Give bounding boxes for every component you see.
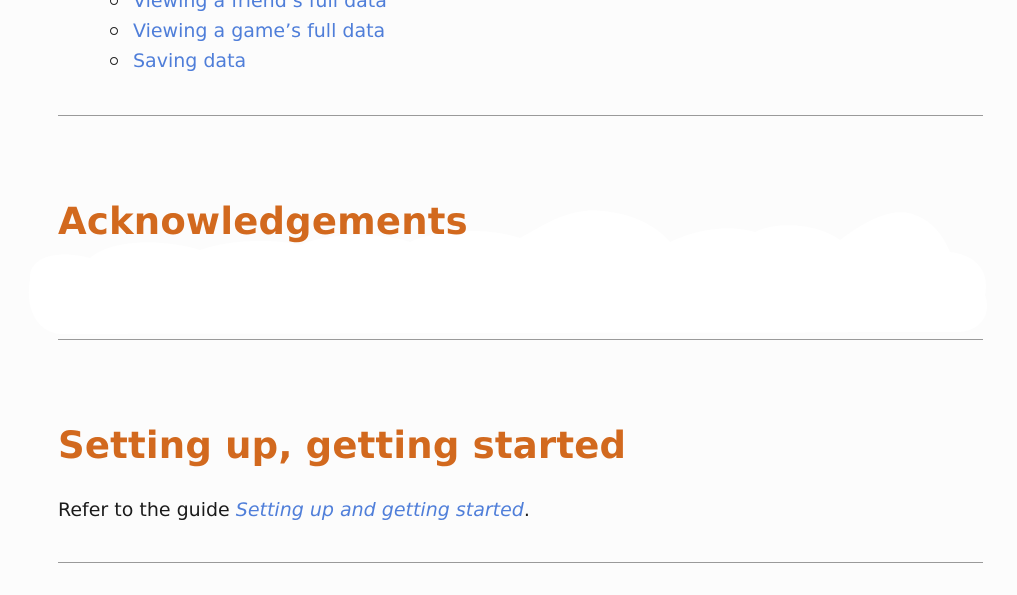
- circle-bullet-icon: [110, 0, 118, 5]
- setup-heading: Setting up, getting started: [58, 424, 627, 467]
- section-divider: [58, 339, 983, 340]
- section-divider: [58, 115, 983, 116]
- setup-paragraph: Refer to the guide Setting up and gettin…: [58, 496, 530, 524]
- section-divider: [58, 562, 983, 563]
- toc-link-viewing-friend-data[interactable]: Viewing a friend’s full data: [133, 0, 387, 12]
- setup-text-after: .: [523, 499, 530, 521]
- toc-item: Viewing a friend’s full data: [110, 0, 387, 16]
- acknowledgements-heading: Acknowledgements: [58, 200, 468, 243]
- toc-item: Viewing a game’s full data: [110, 16, 387, 46]
- circle-bullet-icon: [110, 57, 118, 65]
- toc-sublist: Viewing a friend’s full data Viewing a g…: [110, 0, 387, 76]
- setup-text-before: Refer to the guide: [58, 499, 236, 521]
- setup-guide-link[interactable]: Setting up and getting started: [236, 499, 524, 521]
- toc-item: Saving data: [110, 46, 387, 76]
- document-page: Viewing a friend’s full data Viewing a g…: [0, 0, 1017, 595]
- toc-link-viewing-game-data[interactable]: Viewing a game’s full data: [133, 20, 385, 42]
- circle-bullet-icon: [110, 27, 118, 35]
- toc-link-saving-data[interactable]: Saving data: [133, 50, 246, 72]
